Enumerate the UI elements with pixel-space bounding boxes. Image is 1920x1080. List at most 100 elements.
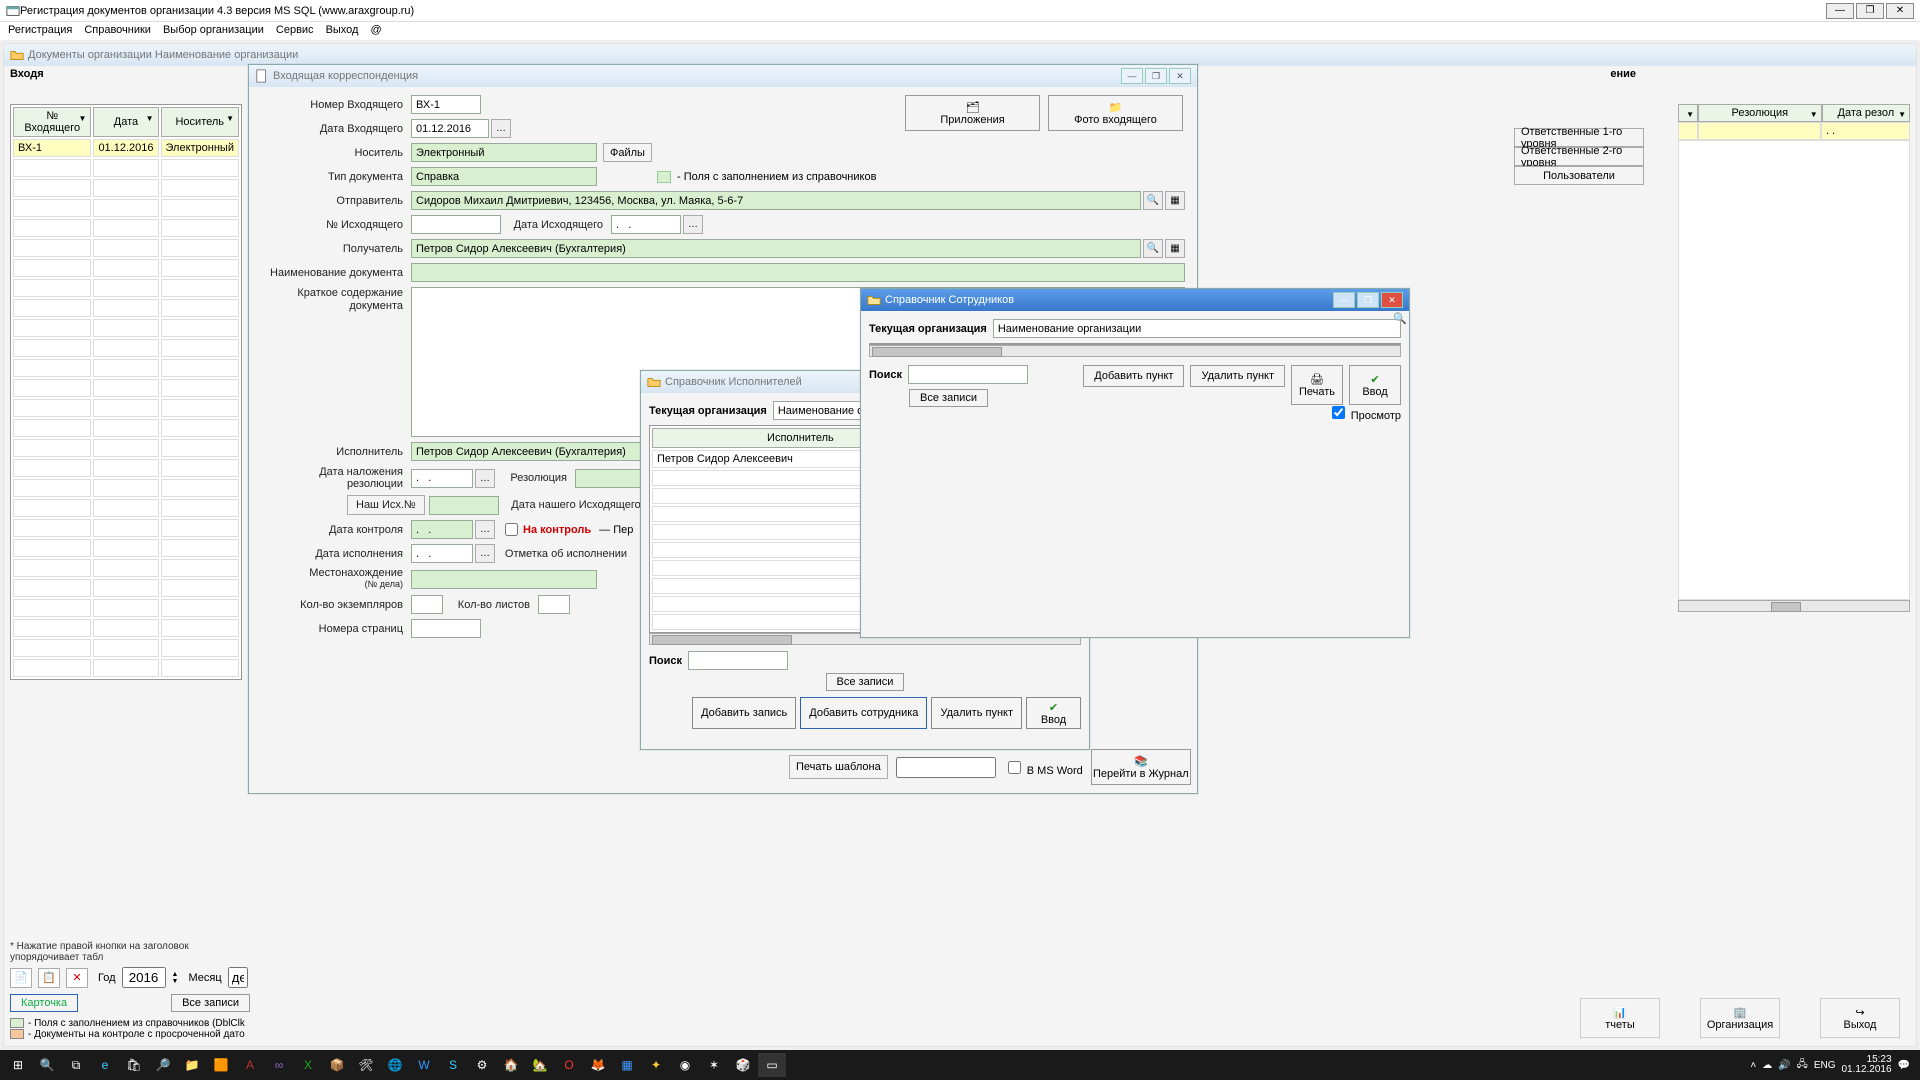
exec-search-input[interactable] [688,651,788,670]
print-template-button[interactable]: Печать шаблона [789,755,888,779]
app-icon-1[interactable]: 🟧 [207,1053,235,1077]
responsible-l2-button[interactable]: Ответственные 2-го уровня [1514,147,1644,166]
table-row[interactable] [13,199,239,217]
emp-delete-button[interactable]: Удалить пункт [1190,365,1285,387]
users-button[interactable]: Пользователи [1514,166,1644,185]
tray-notifications-icon[interactable]: 💬 [1898,1060,1910,1071]
table-row[interactable] [13,299,239,317]
menu-service[interactable]: Сервис [276,24,314,38]
emp-h-scrollbar[interactable] [869,345,1401,357]
emp-add-button[interactable]: Добавить пункт [1083,365,1184,387]
close-button[interactable]: ✕ [1886,3,1914,19]
attachments-button[interactable]: 🗂Приложения [905,95,1040,131]
tray-chevron-icon[interactable]: ˄ [1750,1060,1756,1071]
emp-close[interactable]: ✕ [1381,292,1403,308]
col-carrier[interactable]: Носитель▼ [161,107,240,137]
add-employee-button[interactable]: Добавить сотрудника [800,697,927,729]
table-row[interactable] [13,479,239,497]
recipient-lookup-icon[interactable]: 🔍 [1143,239,1163,258]
word-icon[interactable]: W [410,1053,438,1077]
h-scrollbar[interactable] [1678,600,1910,612]
sender-lookup-icon[interactable]: 🔍 [1143,191,1163,210]
files-button[interactable]: Файлы [603,143,652,162]
app-icon-6[interactable]: ▦ [613,1053,641,1077]
emp-enter-button[interactable]: ✔Ввод [1349,365,1401,405]
firefox-icon[interactable]: 🦊 [584,1053,612,1077]
menu-about[interactable]: @ [370,24,381,38]
sender-input[interactable] [411,191,1141,210]
delete-item-button[interactable]: Удалить пункт [931,697,1022,729]
table-row[interactable] [13,559,239,577]
app-icon-10[interactable]: ▭ [758,1053,786,1077]
col-date[interactable]: Дата▼ [93,107,158,137]
table-row[interactable] [13,459,239,477]
year-down[interactable]: ▼ [172,978,179,985]
docname-input[interactable] [411,263,1185,282]
outdate-picker-button[interactable]: … [683,215,703,234]
menu-exit[interactable]: Выход [326,24,359,38]
edge-icon[interactable]: e [91,1053,119,1077]
copies-input[interactable] [411,595,443,614]
exec-all-records-button[interactable]: Все записи [826,673,905,691]
incoming-close[interactable]: ✕ [1169,68,1191,84]
recipient-grid-icon[interactable]: ▦ [1165,239,1185,258]
table-row[interactable] [13,179,239,197]
globe-icon[interactable]: 🌐 [381,1053,409,1077]
pages-input[interactable] [411,619,481,638]
app-icon-2[interactable]: 📦 [323,1053,351,1077]
emp-all-records-button[interactable]: Все записи [909,389,988,407]
organization-button[interactable]: 🏢Организация [1700,998,1780,1038]
emp-max[interactable]: ❐ [1357,292,1379,308]
taskbar[interactable]: ⊞ 🔍 ⧉ e 🛍 🔎 📁 🟧 A ∞ X 📦 🛠 🌐 W S ⚙ 🏠 🏡 O … [0,1050,1920,1080]
menu-org-select[interactable]: Выбор организации [163,24,264,38]
year-up[interactable]: ▲ [172,971,179,978]
emp-print-button[interactable]: 🖨Печать [1291,365,1343,405]
emp-min[interactable]: — [1333,292,1355,308]
table-row[interactable] [13,579,239,597]
table-row[interactable] [13,439,239,457]
photo-incoming-button[interactable]: 📁Фото входящего [1048,95,1183,131]
tray-cloud-icon[interactable]: ☁ [1762,1060,1772,1071]
card-button[interactable]: Карточка [10,994,78,1012]
month-input[interactable] [228,967,248,988]
template-name-input[interactable] [896,757,996,778]
access-icon[interactable]: A [236,1053,264,1077]
on-control-checkbox[interactable] [505,523,518,536]
outnum-input[interactable] [411,215,501,234]
journal-titlebar[interactable]: Документы организации Наименование орган… [4,44,1916,66]
excel-icon[interactable]: X [294,1053,322,1077]
location-input[interactable] [411,570,597,589]
col-res-date[interactable]: Дата резол▼ [1822,104,1910,122]
all-records-button[interactable]: Все записи [171,994,250,1012]
incoming-num-input[interactable] [411,95,481,114]
exec-date-picker-button[interactable]: … [475,544,495,563]
maximize-button[interactable]: ❐ [1856,3,1884,19]
table-row[interactable] [13,539,239,557]
table-row[interactable] [13,599,239,617]
exec-date-input[interactable] [411,544,473,563]
go-journal-button[interactable]: 📚Перейти в Журнал [1091,749,1191,785]
copy-icon[interactable]: 📋 [38,968,60,988]
col-incoming-num[interactable]: № Входящего▼ [13,107,91,137]
sheets-input[interactable] [538,595,570,614]
delete-icon[interactable]: ✕ [66,968,88,988]
table-row[interactable]: ВХ-1 01.12.2016 Электронный [13,139,239,157]
our-out-num-input[interactable] [429,496,499,515]
outdate-input[interactable] [611,215,681,234]
recipient-input[interactable] [411,239,1141,258]
add-record-button[interactable]: Добавить запись [692,697,796,729]
exit-button[interactable]: ↪Выход [1820,998,1900,1038]
resdate-input[interactable] [411,469,473,488]
emp-org-input[interactable] [993,319,1401,338]
incoming-titlebar[interactable]: Входящая корреспонденция — ❐ ✕ [249,65,1197,87]
year-input[interactable] [122,967,166,988]
store-icon[interactable]: 🛍 [120,1053,148,1077]
enter-button[interactable]: ✔Ввод [1026,697,1081,729]
table-row[interactable] [13,359,239,377]
tool-icon[interactable]: 🛠 [352,1053,380,1077]
type-input[interactable] [411,167,597,186]
skype-icon[interactable]: S [439,1053,467,1077]
reports-button[interactable]: 📊тчеты [1580,998,1660,1038]
view-checkbox[interactable] [1332,406,1345,419]
table-row[interactable] [13,399,239,417]
